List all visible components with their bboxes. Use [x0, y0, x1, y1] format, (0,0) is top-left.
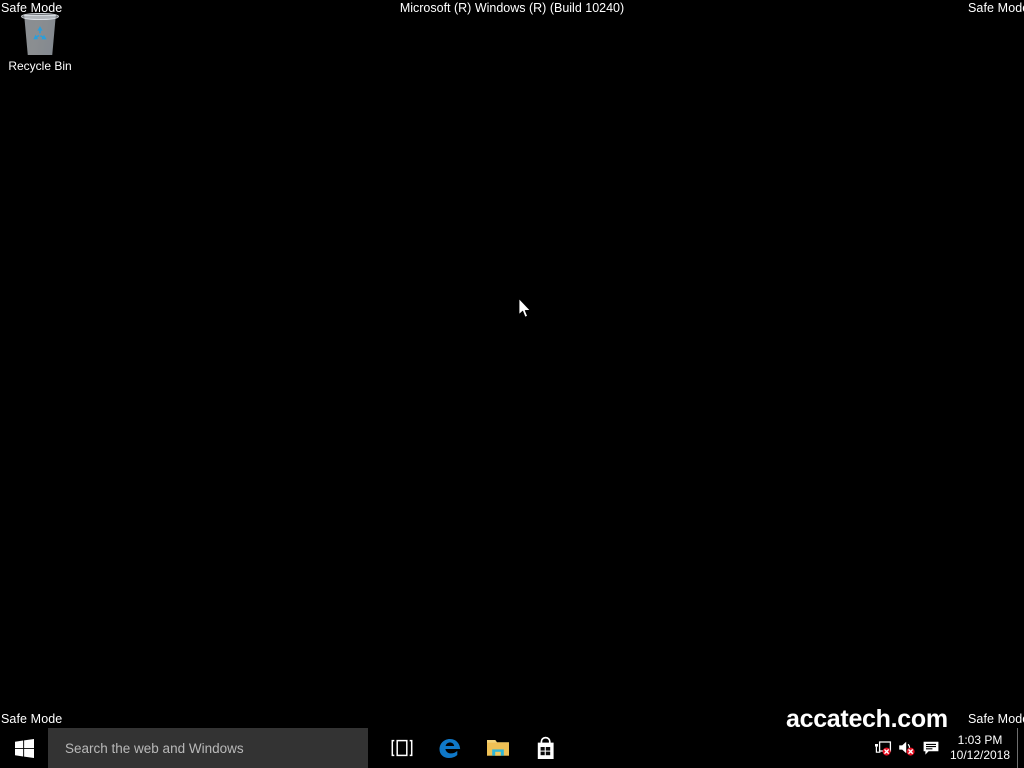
desktop-icon-recycle-bin[interactable]: Recycle Bin [4, 12, 76, 73]
desktop-icon-label: Recycle Bin [8, 59, 72, 73]
tray-icon-volume-muted[interactable] [895, 728, 919, 768]
folder-icon [487, 740, 509, 756]
store-bag-icon [537, 736, 554, 759]
taskbar[interactable]: Search the web and Windows 1:03 PM 10/12… [0, 728, 1024, 768]
search-placeholder-text: Search the web and Windows [65, 740, 244, 756]
edge-icon [439, 739, 461, 758]
taskbar-button-file-explorer[interactable] [474, 728, 522, 768]
windows-build-banner: Microsoft (R) Windows (R) (Build 10240) [399, 1, 625, 15]
taskbar-app-buttons [368, 728, 570, 768]
start-button[interactable] [0, 728, 48, 768]
task-view-icon [391, 739, 413, 757]
recycle-symbol-icon [33, 26, 47, 40]
clock-date: 10/12/2018 [949, 748, 1011, 762]
recycle-bin-icon [17, 12, 63, 56]
taskbar-spacer [570, 728, 871, 768]
tray-icon-network-disconnected[interactable] [871, 728, 895, 768]
safe-mode-label-bottom-right: Safe Mode [968, 712, 1024, 726]
taskbar-button-windows-store[interactable] [522, 728, 570, 768]
windows-logo-icon [14, 738, 34, 758]
desktop-background[interactable]: Microsoft (R) Windows (R) (Build 10240) … [0, 0, 1024, 733]
tray-icon-action-center[interactable] [919, 728, 943, 768]
arrow-cursor-icon [518, 298, 531, 318]
action-center-icon [923, 741, 939, 755]
clock-time: 1:03 PM [957, 733, 1003, 747]
taskbar-button-microsoft-edge[interactable] [426, 728, 474, 768]
system-tray: 1:03 PM 10/12/2018 [871, 728, 1024, 768]
speaker-error-icon [899, 741, 915, 756]
taskbar-clock[interactable]: 1:03 PM 10/12/2018 [943, 728, 1017, 768]
show-desktop-button[interactable] [1017, 728, 1022, 768]
network-error-icon [875, 741, 892, 756]
safe-mode-label-bottom-left: Safe Mode [1, 712, 63, 726]
safe-mode-label-top-right: Safe Mode [968, 1, 1024, 15]
taskbar-button-task-view[interactable] [378, 728, 426, 768]
search-input[interactable]: Search the web and Windows [48, 728, 368, 768]
